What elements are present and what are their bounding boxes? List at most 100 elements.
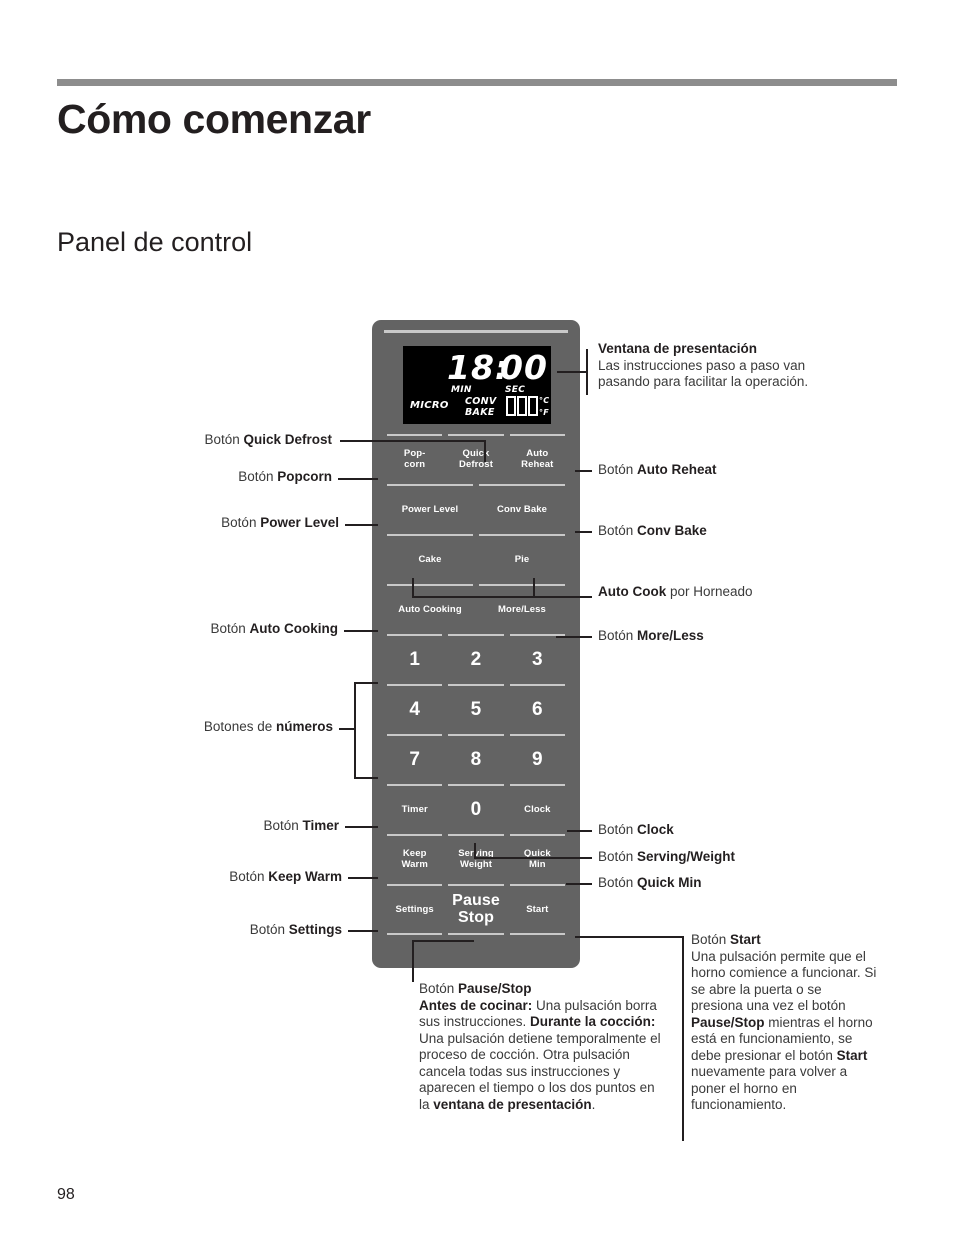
- button-power-level[interactable]: Power Level: [384, 484, 476, 534]
- leader-numeros-stub: [339, 728, 355, 730]
- callout-prefix: Botón: [691, 932, 731, 947]
- display-micro-label: MICRO: [410, 400, 449, 411]
- display-fahrenheit-label: °F: [539, 408, 550, 417]
- leader-settings: [348, 930, 378, 932]
- leader-start: [575, 936, 683, 938]
- leader-ventana: [557, 371, 587, 373]
- start-text-3: nuevamente para volver a poner el horno …: [691, 1064, 848, 1112]
- button-row-8: Timer 0 Clock: [384, 784, 568, 834]
- segment-digit: [517, 396, 527, 416]
- button-clock[interactable]: Clock: [507, 784, 568, 834]
- button-number-4[interactable]: 4: [384, 684, 445, 734]
- button-number-8[interactable]: 8: [445, 734, 506, 784]
- callout-quick-defrost: Botón Quick Defrost: [100, 432, 332, 449]
- callout-prefix: Botón: [210, 621, 250, 636]
- button-auto-cooking[interactable]: Auto Cooking: [384, 584, 476, 634]
- leader-pause-stop: [412, 940, 474, 942]
- leader-auto-cook-left: [412, 578, 414, 597]
- callout-more-less: Botón More/Less: [598, 628, 858, 645]
- display-seconds: 00: [500, 348, 548, 387]
- display-window: 18: 00 MIN SEC MICRO CONV BAKE °C °F: [403, 346, 551, 424]
- button-number-3[interactable]: 3: [507, 634, 568, 684]
- button-timer[interactable]: Timer: [384, 784, 445, 834]
- segment-digit: [528, 396, 538, 416]
- callout-name: Conv Bake: [637, 523, 707, 538]
- button-number-7[interactable]: 7: [384, 734, 445, 784]
- button-pause-stop[interactable]: Pause Stop: [445, 884, 506, 935]
- leader-auto-cook: [412, 596, 592, 598]
- button-number-5[interactable]: 5: [445, 684, 506, 734]
- callout-name: Keep Warm: [268, 869, 342, 884]
- callout-name: Pause/Stop: [458, 981, 532, 996]
- leader-keep-warm: [348, 877, 378, 879]
- button-more-less[interactable]: More/Less: [476, 584, 568, 634]
- pause-stop-seg3-label: ventana de presentación: [433, 1096, 592, 1112]
- leader-auto-reheat: [575, 470, 592, 472]
- callout-body: Las instrucciones paso a paso van pasand…: [598, 357, 809, 390]
- leader-quick-min: [566, 883, 592, 885]
- button-start[interactable]: Start: [507, 884, 568, 935]
- start-title: Botón Start: [691, 932, 877, 949]
- callout-prefix: Botón: [598, 523, 638, 538]
- button-number-6[interactable]: 6: [507, 684, 568, 734]
- callout-popcorn: Botón Popcorn: [100, 469, 332, 486]
- callout-auto-cooking: Botón Auto Cooking: [100, 621, 338, 638]
- callout-name: Power Level: [260, 515, 339, 530]
- callout-name: números: [275, 719, 333, 734]
- leader-popcorn: [338, 478, 378, 480]
- button-cake[interactable]: Cake: [384, 534, 476, 584]
- page-title: Cómo comenzar: [57, 96, 371, 142]
- callout-name: Auto Cook: [598, 584, 667, 599]
- display-celsius-label: °C: [539, 396, 550, 405]
- segment-digit: [506, 396, 516, 416]
- button-number-1[interactable]: 1: [384, 634, 445, 684]
- header-rule: [57, 79, 897, 86]
- button-row-3: Cake Pie: [384, 534, 568, 584]
- callout-prefix: Botón: [598, 628, 638, 643]
- display-bake-label: BAKE: [465, 407, 495, 418]
- callout-name: Quick Defrost: [243, 432, 332, 447]
- callout-prefix: Botón: [221, 515, 261, 530]
- button-number-2[interactable]: 2: [445, 634, 506, 684]
- callout-prefix: Botón: [263, 818, 303, 833]
- button-row-9: Keep Warm Serving Weight Quick Min: [384, 834, 568, 884]
- callout-prefix: Botón: [229, 869, 269, 884]
- pause-stop-seg1-label: Antes de cocinar:: [419, 997, 533, 1013]
- leader-numeros-top: [354, 682, 378, 684]
- button-conv-bake[interactable]: Conv Bake: [476, 484, 568, 534]
- callout-prefix: Botón: [598, 875, 638, 890]
- display-digits: 18: 00: [403, 348, 551, 384]
- leader-serving-weight: [474, 857, 592, 859]
- button-number-0[interactable]: 0: [445, 784, 506, 834]
- button-row-7: 7 8 9: [384, 734, 568, 784]
- leader-quick-defrost: [340, 440, 485, 442]
- start-text-1: Una pulsación permite que el horno comie…: [691, 948, 877, 1014]
- callout-prefix: Botón: [249, 922, 289, 937]
- button-pie[interactable]: Pie: [476, 534, 568, 584]
- button-number-9[interactable]: 9: [507, 734, 568, 784]
- button-serving-weight[interactable]: Serving Weight: [445, 834, 506, 884]
- callout-prefix: Botón: [419, 981, 459, 996]
- display-sec-label: SEC: [505, 385, 526, 395]
- callout-conv-bake: Botón Conv Bake: [598, 523, 858, 540]
- callout-prefix: Botón: [598, 822, 638, 837]
- button-row-5: 1 2 3: [384, 634, 568, 684]
- button-row-10: Settings Pause Stop Start: [384, 884, 568, 935]
- callout-prefix: Botón: [598, 462, 638, 477]
- button-auto-reheat[interactable]: Auto Reheat: [507, 434, 568, 484]
- callout-prefix: Botón: [598, 849, 638, 864]
- leader-start-bracket: [682, 936, 684, 1141]
- button-quick-min[interactable]: Quick Min: [507, 834, 568, 884]
- callout-auto-reheat: Botón Auto Reheat: [598, 462, 858, 479]
- callout-auto-cook: Auto Cook por Horneado: [598, 584, 858, 601]
- leader-quick-defrost-down: [484, 440, 486, 462]
- display-temperature-segments: [506, 396, 538, 416]
- leader-auto-cooking: [344, 630, 378, 632]
- start-body: Una pulsación permite que el horno comie…: [691, 949, 877, 1114]
- callout-heading: Ventana de presentación: [598, 341, 758, 356]
- button-row-6: 4 5 6: [384, 684, 568, 734]
- leader-pause-stop-down: [412, 940, 414, 982]
- callout-prefix: Botón: [238, 469, 278, 484]
- button-keep-warm[interactable]: Keep Warm: [384, 834, 445, 884]
- button-settings[interactable]: Settings: [384, 884, 445, 935]
